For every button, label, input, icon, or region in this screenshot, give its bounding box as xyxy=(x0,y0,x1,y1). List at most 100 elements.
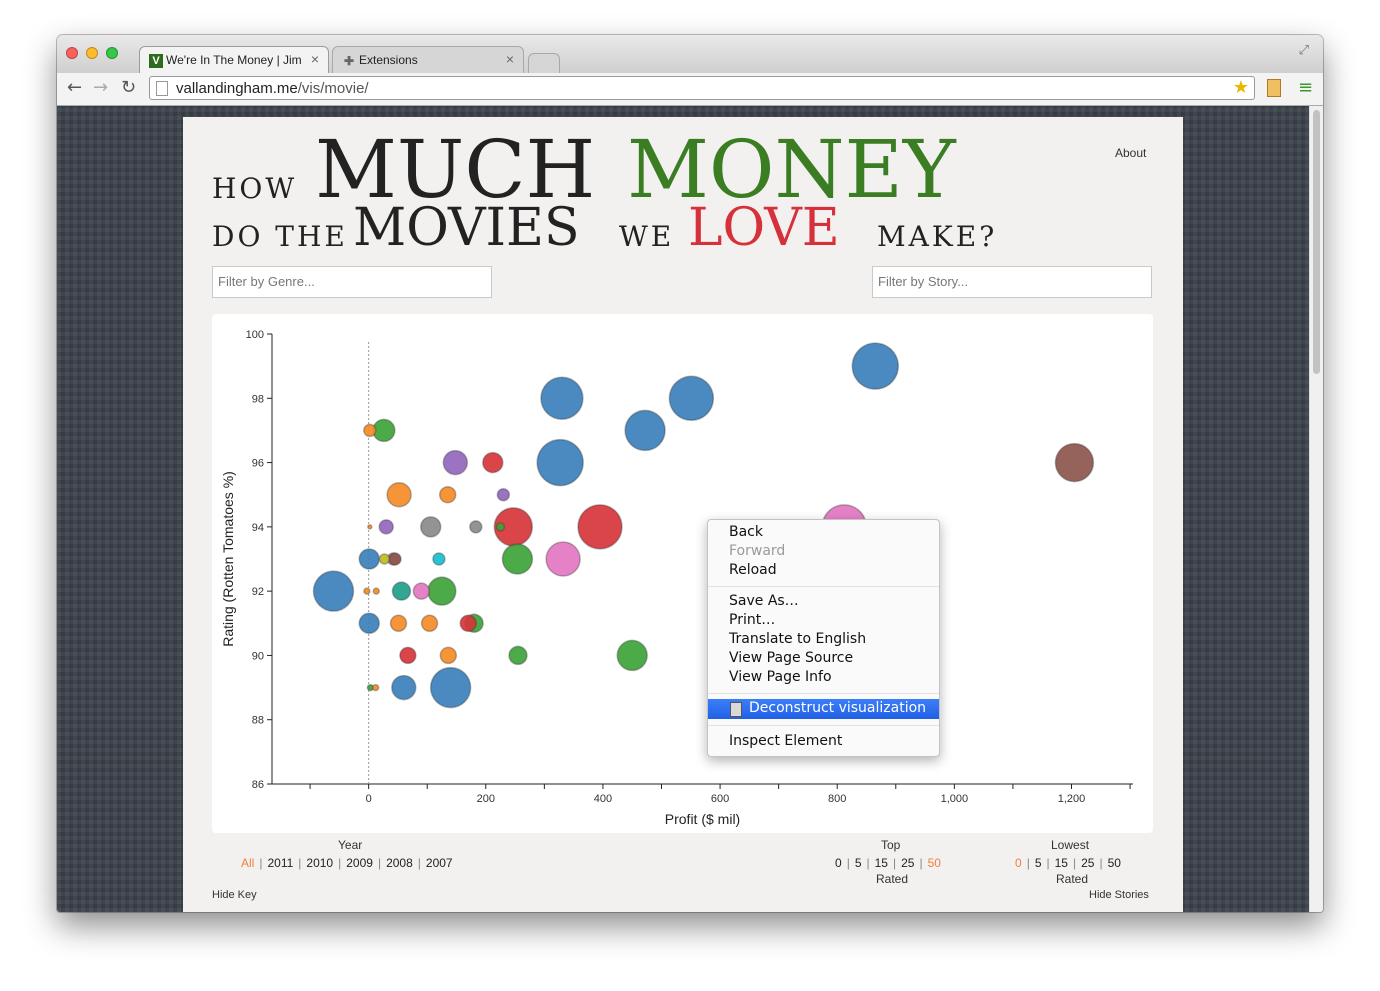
top-option[interactable]: 25 xyxy=(901,856,914,870)
close-window-button[interactable] xyxy=(66,47,78,59)
top-option[interactable]: 50 xyxy=(928,856,941,870)
y-axis-title: Rating (Rotten Tomatoes %) xyxy=(220,471,236,647)
menu-item-view-source[interactable]: View Page Source xyxy=(729,650,853,666)
movie-bubble xyxy=(358,612,380,635)
lowest-rated-label: Lowest xyxy=(1051,838,1090,852)
movie-bubble xyxy=(577,504,623,550)
movie-bubble xyxy=(429,666,472,709)
menu-item-translate[interactable]: Translate to English xyxy=(729,631,866,647)
menu-item-page-info[interactable]: View Page Info xyxy=(729,669,832,685)
x-tick-label: 200 xyxy=(477,793,495,805)
y-tick-label: 88 xyxy=(252,715,264,727)
movie-bubble xyxy=(536,438,584,487)
x-tick-label: 800 xyxy=(828,793,846,805)
movie-bubble xyxy=(378,553,391,565)
headline-do-the: DO THE xyxy=(212,220,348,253)
menu-item-reload[interactable]: Reload xyxy=(729,562,777,578)
movie-bubble xyxy=(427,576,457,606)
page-paper: HOW MUCH MONEY DO THE MOVIES WE LOVE MAK… xyxy=(183,117,1183,912)
year-selector: All | 2011 | 2010 | 2009 | 2008 | 2007 xyxy=(241,856,453,870)
about-link[interactable]: About xyxy=(1115,146,1146,160)
menu-item-inspect[interactable]: Inspect Element xyxy=(729,733,842,749)
genre-filter-input[interactable]: Filter by Genre... xyxy=(212,266,492,298)
hide-key-link[interactable]: Hide Key xyxy=(212,889,257,901)
new-tab-button[interactable] xyxy=(528,53,560,73)
x-axis-title: Profit ($ mil) xyxy=(665,811,740,827)
year-option[interactable]: 2008 xyxy=(386,856,413,870)
year-option[interactable]: 2007 xyxy=(426,856,453,870)
movie-bubble xyxy=(495,522,506,532)
lowest-option[interactable]: 0 xyxy=(1015,856,1022,870)
menu-item-save-as[interactable]: Save As… xyxy=(729,593,799,609)
lowest-option[interactable]: 15 xyxy=(1055,856,1068,870)
extension-icon[interactable] xyxy=(1267,79,1281,97)
movie-bubble xyxy=(399,646,417,665)
movie-bubble xyxy=(482,451,504,474)
vertical-scrollbar[interactable] xyxy=(1309,106,1323,912)
menu-item-deconstruct[interactable]: Deconstruct visualization xyxy=(708,699,939,719)
y-tick-label: 96 xyxy=(252,458,264,470)
movie-bubble xyxy=(391,674,417,701)
minimize-window-button[interactable] xyxy=(86,47,98,59)
puzzle-icon: ✚ xyxy=(343,54,355,68)
address-bar[interactable]: vallandingham.me/vis/movie/ ★ xyxy=(149,76,1255,100)
menu-separator xyxy=(708,725,939,726)
headline-love: LOVE xyxy=(688,198,840,258)
top-rated-sublabel: Rated xyxy=(876,872,909,886)
movie-bubble xyxy=(388,552,402,566)
tab-title: Extensions xyxy=(359,53,418,67)
movie-bubble xyxy=(419,516,442,538)
movie-bubble xyxy=(442,449,469,476)
movie-bubble xyxy=(501,543,534,575)
top-rated-selector: 0 | 5 | 15 | 25 | 50 xyxy=(835,856,941,870)
lowest-option[interactable]: 5 xyxy=(1035,856,1042,870)
x-tick-label: 400 xyxy=(594,793,612,805)
year-option[interactable]: 2010 xyxy=(306,856,333,870)
tab-close-icon[interactable]: × xyxy=(506,51,514,67)
tab-active[interactable]: V We're In The Money | Jim V × xyxy=(139,46,329,73)
movie-bubble xyxy=(371,683,380,692)
zoom-window-button[interactable] xyxy=(106,47,118,59)
menu-icon[interactable]: ≡ xyxy=(1298,77,1313,98)
movie-bubble xyxy=(391,581,412,601)
tab-title: We're In The Money | Jim V xyxy=(166,53,302,67)
scatter-chart: 86 88 90 92 94 96 98 100 0 200 400 600 800 1,000 1,200… xyxy=(220,329,1133,827)
tab-extensions[interactable]: ✚ Extensions × xyxy=(332,46,524,73)
movie-bubble xyxy=(420,614,439,633)
scrollbar-thumb[interactable] xyxy=(1313,110,1320,374)
x-tick-label: 0 xyxy=(366,793,372,805)
lowest-option[interactable]: 50 xyxy=(1108,856,1121,870)
fullscreen-icon[interactable]: ⤢ xyxy=(1299,43,1309,58)
lowest-rated-sublabel: Rated xyxy=(1056,872,1089,886)
top-option[interactable]: 15 xyxy=(875,856,888,870)
movie-bubble xyxy=(540,376,584,421)
headline-make: MAKE? xyxy=(877,220,998,253)
movie-bubble xyxy=(624,409,666,452)
movie-bubble xyxy=(386,481,412,508)
bookmark-star-icon[interactable]: ★ xyxy=(1233,77,1249,98)
back-arrow-icon[interactable]: ← xyxy=(67,77,82,98)
lowest-option[interactable]: 25 xyxy=(1081,856,1094,870)
forward-arrow-icon[interactable]: → xyxy=(93,77,108,98)
story-filter-input[interactable]: Filter by Story... xyxy=(872,266,1152,298)
movie-bubble xyxy=(496,487,511,502)
hide-stories-link[interactable]: Hide Stories xyxy=(1089,889,1149,901)
site-favicon-icon: V xyxy=(149,54,163,68)
movie-bubble xyxy=(372,587,381,595)
movie-bubble xyxy=(363,423,377,438)
x-tick-label: 1,000 xyxy=(941,793,969,805)
y-tick-label: 92 xyxy=(252,586,264,598)
browser-window: V We're In The Money | Jim V × ✚ Extensi… xyxy=(57,35,1323,912)
year-option[interactable]: 2009 xyxy=(346,856,373,870)
reload-icon[interactable]: ↻ xyxy=(121,77,136,98)
movie-bubble xyxy=(412,582,431,600)
top-option[interactable]: 0 xyxy=(835,856,842,870)
movie-bubble xyxy=(545,541,581,577)
year-option[interactable]: All xyxy=(241,856,254,870)
top-option[interactable]: 5 xyxy=(855,856,862,870)
menu-item-print[interactable]: Print… xyxy=(729,612,775,628)
menu-item-back[interactable]: Back xyxy=(729,524,763,540)
year-option[interactable]: 2011 xyxy=(267,856,293,870)
tab-close-icon[interactable]: × xyxy=(311,51,319,67)
top-rated-label: Top xyxy=(881,838,901,852)
